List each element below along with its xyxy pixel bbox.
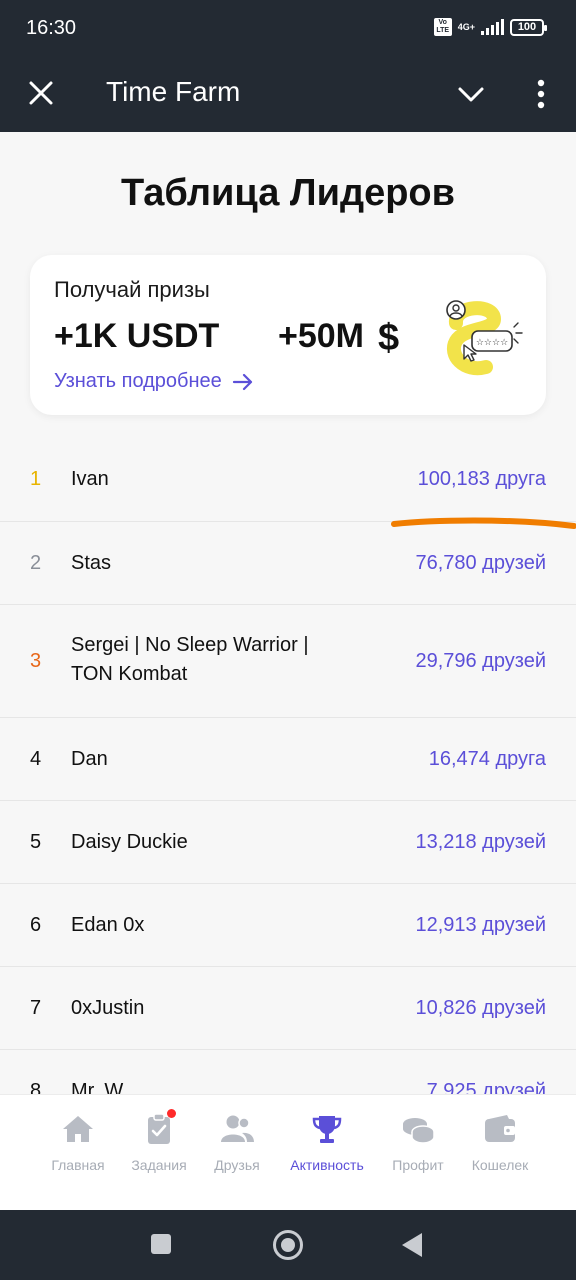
trophy-icon (312, 1116, 342, 1143)
status-icons: Vo LTE 4G+ 100 (433, 18, 547, 36)
player-name: Stas (71, 552, 112, 574)
player-name: Daisy Duckie (71, 831, 188, 853)
rank-number: 7 (30, 997, 42, 1019)
rank-number: 1 (30, 468, 42, 490)
player-name: Edan 0x (71, 914, 145, 936)
app-header: Time Farm (0, 60, 576, 132)
nav-item-friends[interactable]: Друзья (197, 1113, 277, 1173)
nav-item-activity[interactable]: Активность (287, 1113, 367, 1173)
nav-label: Главная (51, 1157, 105, 1173)
back-icon[interactable] (402, 1233, 422, 1257)
rank-number: 4 (30, 748, 42, 770)
nav-item-wallet[interactable]: Кошелек (460, 1113, 540, 1173)
leaderboard-list[interactable]: 1 Ivan 100,183 друга 2 Stas 76,780 друзе… (0, 438, 576, 1094)
recent-apps-icon[interactable] (151, 1234, 171, 1254)
player-name: Sergei | No Sleep Warrior | TON Kombat (71, 634, 309, 685)
leaderboard-row[interactable]: 4 Dan 16,474 друга (0, 718, 576, 801)
learn-more-link[interactable]: Узнать подробнее (54, 370, 254, 393)
rank-number: 5 (30, 831, 42, 853)
system-navigation-bar (0, 1210, 576, 1280)
status-bar: 16:30 Vo LTE 4G+ 100 (0, 0, 576, 60)
status-time: 16:30 (26, 17, 77, 39)
player-name: Dan (71, 748, 108, 770)
nav-label: Активность (290, 1157, 364, 1173)
rank-number: 3 (30, 650, 42, 672)
svg-text:☆☆☆☆: ☆☆☆☆ (476, 338, 508, 348)
nav-label: Кошелек (471, 1157, 529, 1173)
friends-icon (221, 1115, 254, 1142)
home-button-icon[interactable] (273, 1230, 303, 1260)
friends-count: 29,796 друзей (415, 650, 546, 672)
signal-icon (481, 19, 504, 35)
battery-icon: 100 (510, 18, 547, 36)
wallet-icon (485, 1115, 515, 1142)
volte-icon: Vo LTE (433, 18, 452, 36)
player-name: Mr. W (71, 1080, 124, 1094)
rank-number: 2 (30, 552, 42, 574)
coin-dollar-icon: $ (378, 317, 400, 359)
friends-count: 16,474 друга (428, 748, 546, 770)
promo-label: Получай призы (54, 277, 210, 302)
leaderboard-row[interactable]: 8 Mr. W 7,925 друзей (0, 1050, 576, 1094)
referral-illustration-icon: ☆☆☆☆ (446, 300, 523, 376)
friends-count: 10,826 друзей (415, 997, 546, 1019)
leaderboard-row[interactable]: 7 0xJustin 10,826 друзей (0, 967, 576, 1050)
nav-label: Друзья (214, 1157, 260, 1173)
home-icon (63, 1116, 93, 1142)
leaderboard-row[interactable]: 1 Ivan 100,183 друга (0, 438, 576, 522)
leaderboard-row[interactable]: 5 Daisy Duckie 13,218 друзей (0, 801, 576, 884)
page-title: Таблица Лидеров (120, 172, 455, 214)
coins-icon (403, 1118, 435, 1144)
rank-number: 6 (30, 914, 42, 936)
learn-more-label: Узнать подробнее (54, 370, 222, 392)
nav-label: Задания (131, 1157, 187, 1173)
friends-count: 13,218 друзей (415, 831, 546, 853)
rank-number: 8 (30, 1080, 42, 1094)
chevron-down-icon[interactable] (456, 79, 486, 109)
nav-item-home[interactable]: Главная (38, 1113, 118, 1173)
friends-count: 12,913 друзей (415, 914, 546, 936)
player-name: Ivan (71, 468, 109, 490)
promo-card[interactable]: Получай призы +1K USDT +50M $ Узнать под… (30, 255, 546, 415)
app-title: Time Farm (106, 76, 241, 107)
leaderboard-row[interactable]: 2 Stas 76,780 друзей (0, 522, 576, 605)
bottom-navigation: Главная Задания Друзья Активность Профит… (0, 1094, 576, 1210)
promo-prize-coins: +50M (278, 317, 364, 355)
promo-prize-usdt: +1K USDT (54, 317, 220, 355)
friends-count: 100,183 друга (417, 468, 546, 490)
nav-item-profit[interactable]: Профит (378, 1113, 458, 1173)
leaderboard-row[interactable]: 3 Sergei | No Sleep Warrior | TON Kombat… (0, 605, 576, 718)
notification-dot (167, 1109, 176, 1118)
more-options-icon[interactable] (526, 77, 556, 111)
friends-count: 7,925 друзей (426, 1080, 546, 1094)
friends-count: 76,780 друзей (415, 552, 546, 574)
player-name: 0xJustin (71, 997, 145, 1019)
network-type: 4G+ (457, 22, 475, 32)
close-icon[interactable] (26, 78, 56, 108)
arrow-right-icon (232, 373, 252, 390)
leaderboard-row[interactable]: 6 Edan 0x 12,913 друзей (0, 884, 576, 967)
nav-label: Профит (392, 1157, 444, 1173)
nav-item-tasks[interactable]: Задания (119, 1109, 199, 1173)
